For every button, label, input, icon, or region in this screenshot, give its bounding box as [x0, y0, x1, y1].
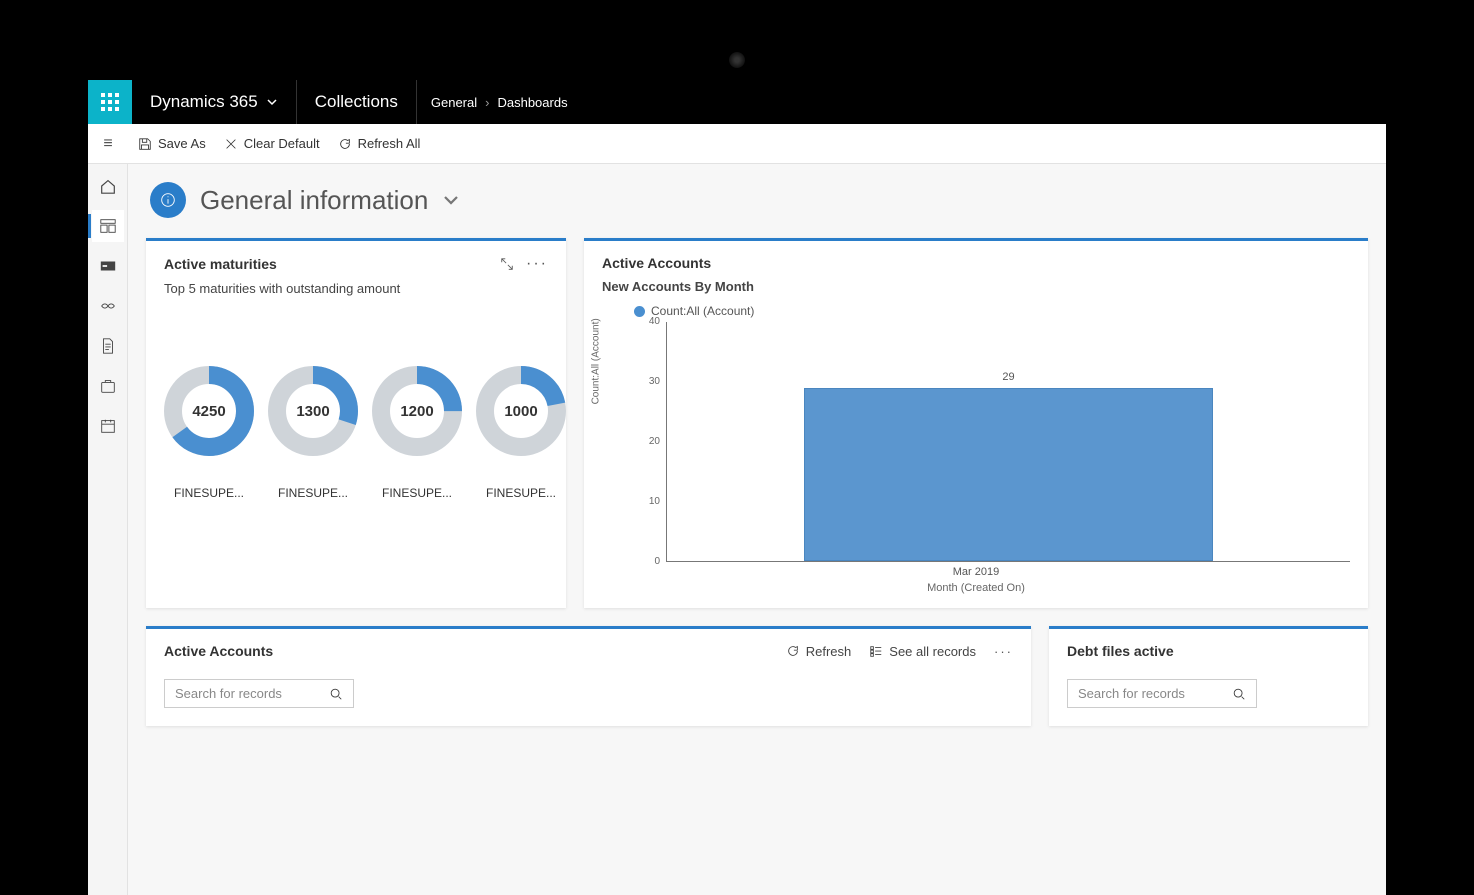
donut-value: 1000 — [476, 366, 566, 456]
area-selector[interactable]: Collections — [297, 80, 417, 124]
refresh-all-button[interactable]: Refresh All — [338, 136, 421, 151]
nav-cases[interactable] — [92, 370, 124, 402]
y-tick: 20 — [649, 436, 660, 447]
maturities-subtitle: Top 5 maturities with outstanding amount — [164, 281, 548, 296]
page-title: General information — [200, 185, 428, 216]
waffle-icon — [101, 93, 119, 111]
donut-value: 1200 — [372, 366, 462, 456]
nav-activities[interactable] — [92, 290, 124, 322]
search-records-input[interactable]: Search for records — [164, 679, 354, 708]
content-area: General information Active maturities ··… — [128, 164, 1386, 895]
y-tick: 10 — [649, 496, 660, 507]
app-selector[interactable]: Dynamics 365 — [132, 80, 297, 124]
widget-active-maturities: Active maturities ··· Top 5 maturities w… — [146, 238, 566, 608]
more-icon[interactable]: ··· — [994, 644, 1013, 659]
expand-icon[interactable] — [500, 257, 514, 271]
home-icon — [99, 177, 117, 195]
refresh-all-label: Refresh All — [358, 136, 421, 151]
list-icon — [869, 644, 883, 658]
donut-value: 4250 — [164, 366, 254, 456]
search-placeholder: Search for records — [1078, 686, 1185, 701]
clear-default-label: Clear Default — [244, 136, 320, 151]
widget-active-accounts: Active Accounts New Accounts By Month Co… — [584, 238, 1368, 608]
page-title-icon-badge — [150, 182, 186, 218]
save-icon — [138, 137, 152, 151]
breadcrumb-level-2[interactable]: Dashboards — [497, 95, 567, 110]
document-icon — [99, 337, 117, 355]
nav-home[interactable] — [92, 170, 124, 202]
left-nav-rail — [88, 164, 128, 895]
area-name: Collections — [315, 92, 398, 112]
see-all-records-button[interactable]: See all records — [869, 644, 976, 659]
chevron-down-icon — [266, 96, 278, 108]
nav-documents[interactable] — [92, 330, 124, 362]
donut-chart: 1300 — [268, 366, 358, 456]
debt-files-title: Debt files active — [1067, 643, 1174, 659]
search-records-input[interactable]: Search for records — [1067, 679, 1257, 708]
refresh-button[interactable]: Refresh — [786, 644, 852, 659]
see-all-label: See all records — [889, 644, 976, 659]
y-tick: 30 — [649, 376, 660, 387]
widget-active-accounts-list: Active Accounts Refresh See all records — [146, 626, 1031, 726]
y-axis-label: Count:All (Account) — [591, 318, 602, 404]
bar-value-label: 29 — [1002, 371, 1014, 383]
app-launcher-button[interactable] — [88, 80, 132, 124]
case-icon — [99, 377, 117, 395]
accounts-subtitle: New Accounts By Month — [602, 279, 1350, 294]
donut-label: FINESUPE... — [164, 486, 254, 500]
nav-dashboards[interactable] — [92, 210, 124, 242]
legend-label: Count:All (Account) — [651, 304, 754, 318]
y-tick: 40 — [649, 316, 660, 327]
breadcrumb: General › Dashboards — [417, 80, 582, 124]
global-nav: Dynamics 365 Collections General › Dashb… — [88, 80, 1386, 124]
donut-chart: 1200 — [372, 366, 462, 456]
donut-label: FINESUPE... — [476, 486, 566, 500]
donut-chart: 4250 — [164, 366, 254, 456]
chevron-down-icon — [442, 191, 460, 209]
device-camera — [729, 52, 745, 68]
accounts-title: Active Accounts — [602, 255, 711, 271]
refresh-icon — [338, 137, 352, 151]
app-name: Dynamics 365 — [150, 92, 258, 112]
legend-marker — [634, 306, 645, 317]
info-icon — [159, 191, 177, 209]
x-axis-ticks: Mar 2019 — [602, 566, 1350, 578]
calendar-icon — [99, 417, 117, 435]
search-placeholder: Search for records — [175, 686, 282, 701]
search-icon — [329, 687, 343, 701]
donut-label: FINESUPE... — [372, 486, 462, 500]
refresh-label: Refresh — [806, 644, 852, 659]
bar: 29 — [804, 388, 1214, 561]
y-tick: 0 — [654, 556, 660, 567]
save-as-label: Save As — [158, 136, 206, 151]
card-icon — [99, 257, 117, 275]
bar-chart: 01020304029 — [616, 322, 1350, 562]
close-icon — [224, 137, 238, 151]
breadcrumb-separator: › — [485, 95, 489, 110]
page-title-row[interactable]: General information — [150, 182, 1368, 218]
search-icon — [1232, 687, 1246, 701]
nav-calendar[interactable] — [92, 410, 124, 442]
accounts-list-title: Active Accounts — [164, 643, 273, 659]
chart-legend: Count:All (Account) — [634, 304, 1350, 318]
nav-accounts[interactable] — [92, 250, 124, 282]
widget-debt-files-active: Debt files active Search for records — [1049, 626, 1368, 726]
save-as-button[interactable]: Save As — [138, 136, 206, 151]
more-icon[interactable]: ··· — [526, 255, 548, 273]
clear-default-button[interactable]: Clear Default — [224, 136, 320, 151]
donut-label: FINESUPE... — [268, 486, 358, 500]
command-bar: ≡ Save As Clear Default Refresh All — [88, 124, 1386, 164]
refresh-icon — [786, 644, 800, 658]
handshake-icon — [99, 297, 117, 315]
donut-value: 1300 — [268, 366, 358, 456]
hamburger-button[interactable]: ≡ — [96, 135, 120, 153]
maturities-title: Active maturities — [164, 256, 277, 272]
breadcrumb-level-1[interactable]: General — [431, 95, 477, 110]
dashboard-icon — [99, 217, 117, 235]
x-axis-label: Month (Created On) — [602, 582, 1350, 594]
donut-chart: 1000 — [476, 366, 566, 456]
